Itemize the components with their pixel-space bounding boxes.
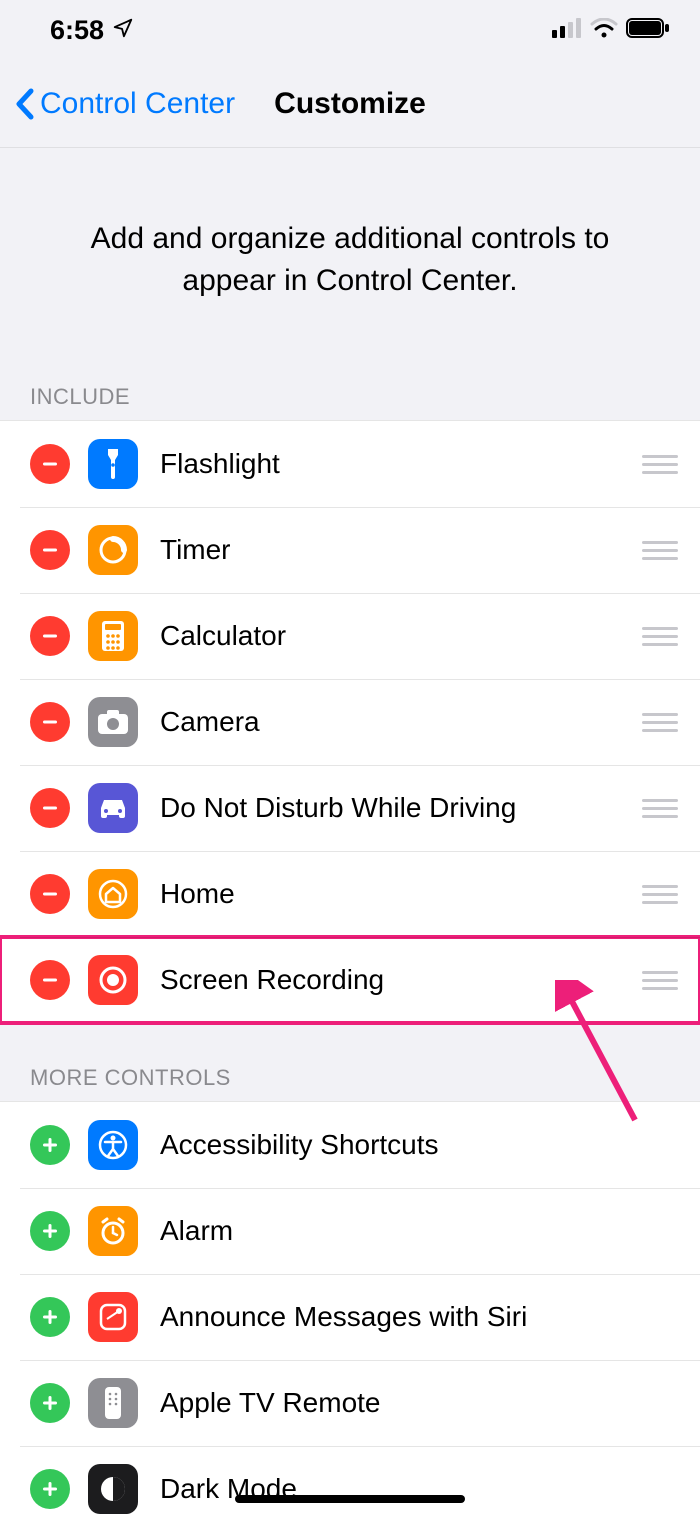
- section-header-include: Include: [0, 372, 700, 420]
- list-row: Flashlight: [0, 421, 700, 507]
- add-button[interactable]: [30, 1297, 70, 1337]
- camera-icon: [88, 697, 138, 747]
- drag-handle-icon[interactable]: [642, 541, 678, 560]
- page-description: Add and organize additional controls to …: [0, 148, 700, 372]
- list-row: Timer: [0, 507, 700, 593]
- row-label: Calculator: [160, 620, 642, 652]
- home-icon: [88, 869, 138, 919]
- alarm-icon: [88, 1206, 138, 1256]
- list-row: Alarm: [0, 1188, 700, 1274]
- row-label: Flashlight: [160, 448, 642, 480]
- calculator-icon: [88, 611, 138, 661]
- more-controls-list: Accessibility Shortcuts Alarm Announce Mes…: [0, 1101, 700, 1532]
- list-row: Home: [0, 851, 700, 937]
- include-list: Flashlight Timer Calculator Camera Do Not Di…: [0, 420, 700, 1023]
- list-row: Do Not Disturb While Driving: [0, 765, 700, 851]
- list-row: Dark Mode: [0, 1446, 700, 1532]
- row-label: Do Not Disturb While Driving: [160, 792, 642, 824]
- back-button[interactable]: Control Center: [14, 87, 235, 121]
- row-label: Apple TV Remote: [160, 1387, 678, 1419]
- list-row: Calculator: [0, 593, 700, 679]
- row-label: Announce Messages with Siri: [160, 1301, 678, 1333]
- list-row: Announce Messages with Siri: [0, 1274, 700, 1360]
- cellular-signal-icon: [552, 18, 582, 43]
- flashlight-icon: [88, 439, 138, 489]
- list-row: Apple TV Remote: [0, 1360, 700, 1446]
- section-header-more: More Controls: [0, 1023, 700, 1101]
- list-row: Camera: [0, 679, 700, 765]
- add-button[interactable]: [30, 1383, 70, 1423]
- status-bar: 6:58: [0, 0, 700, 60]
- darkmode-icon: [88, 1464, 138, 1514]
- remove-button[interactable]: [30, 788, 70, 828]
- row-label: Camera: [160, 706, 642, 738]
- add-button[interactable]: [30, 1469, 70, 1509]
- nav-bar: Control Center Customize: [0, 60, 700, 148]
- car-icon: [88, 783, 138, 833]
- remove-button[interactable]: [30, 960, 70, 1000]
- list-row: Accessibility Shortcuts: [0, 1102, 700, 1188]
- drag-handle-icon[interactable]: [642, 455, 678, 474]
- drag-handle-icon[interactable]: [642, 713, 678, 732]
- drag-handle-icon[interactable]: [642, 799, 678, 818]
- remove-button[interactable]: [30, 702, 70, 742]
- home-indicator: [235, 1495, 465, 1503]
- row-label: Alarm: [160, 1215, 678, 1247]
- row-label: Timer: [160, 534, 642, 566]
- remote-icon: [88, 1378, 138, 1428]
- drag-handle-icon[interactable]: [642, 885, 678, 904]
- record-icon: [88, 955, 138, 1005]
- announce-icon: [88, 1292, 138, 1342]
- remove-button[interactable]: [30, 616, 70, 656]
- drag-handle-icon[interactable]: [642, 971, 678, 990]
- row-label: Screen Recording: [160, 964, 642, 996]
- status-time: 6:58: [50, 15, 104, 46]
- row-label: Accessibility Shortcuts: [160, 1129, 678, 1161]
- wifi-icon: [590, 18, 618, 43]
- accessibility-icon: [88, 1120, 138, 1170]
- battery-icon: [626, 18, 670, 43]
- timer-icon: [88, 525, 138, 575]
- chevron-left-icon: [14, 87, 36, 121]
- remove-button[interactable]: [30, 874, 70, 914]
- back-label: Control Center: [40, 87, 235, 121]
- add-button[interactable]: [30, 1125, 70, 1165]
- remove-button[interactable]: [30, 444, 70, 484]
- row-label: Home: [160, 878, 642, 910]
- add-button[interactable]: [30, 1211, 70, 1251]
- page-title: Customize: [274, 87, 426, 121]
- drag-handle-icon[interactable]: [642, 627, 678, 646]
- remove-button[interactable]: [30, 530, 70, 570]
- list-row: Screen Recording: [0, 937, 700, 1023]
- location-icon: [112, 15, 134, 46]
